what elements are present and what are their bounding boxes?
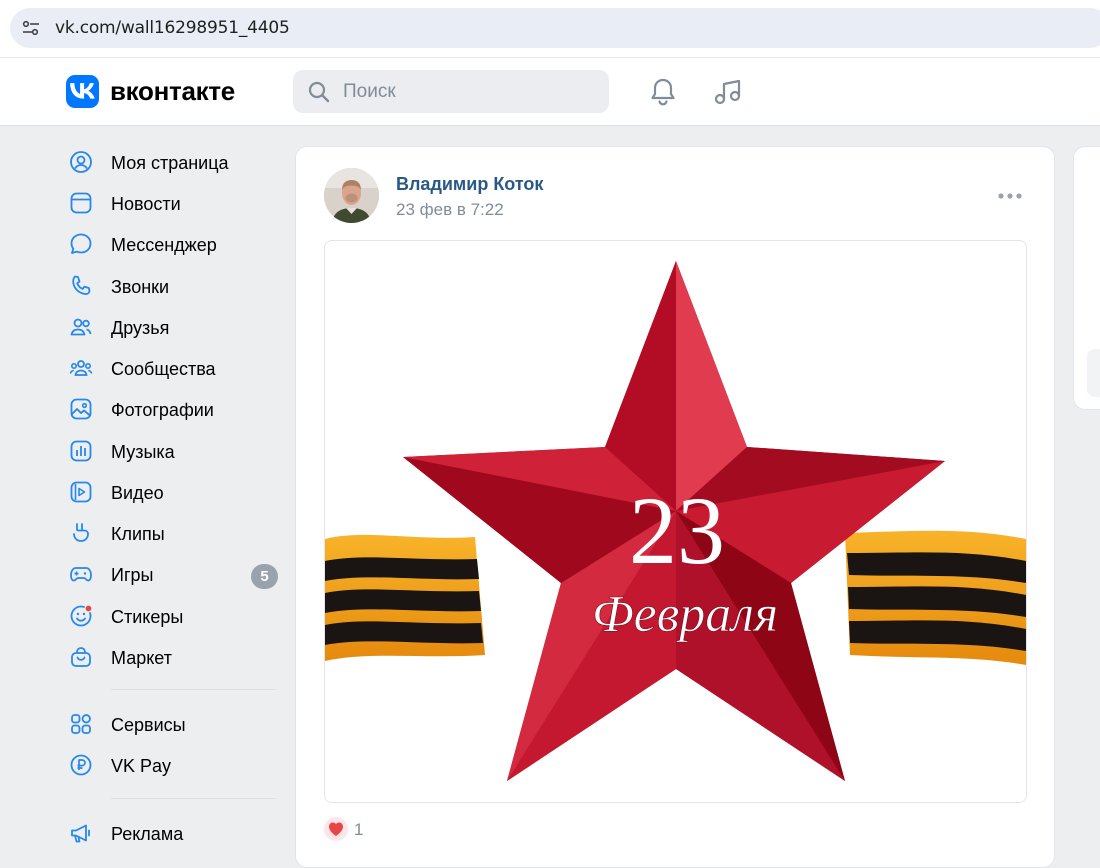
sidebar-item-video[interactable]: Видео: [66, 473, 281, 509]
sidebar-item-label: Моя страница: [111, 153, 229, 173]
messenger-icon: [70, 233, 92, 254]
sidebar-item-label: Звонки: [111, 277, 170, 297]
st-george-ribbon-left: [325, 534, 485, 661]
sidebar-item-clips[interactable]: Клипы: [66, 514, 281, 550]
sidebar-item-label: VK Pay: [111, 756, 172, 776]
author-avatar[interactable]: [324, 168, 379, 223]
sidebar-item-label: Сервисы: [111, 715, 186, 735]
sidebar-item-label: Музыка: [111, 442, 175, 462]
ads-icon: [71, 824, 90, 843]
clips-icon: [73, 523, 89, 542]
site-settings-icon[interactable]: [22, 19, 40, 37]
search-input[interactable]: [341, 79, 595, 105]
sidebar-item-music[interactable]: Музыка: [66, 432, 281, 468]
sidebar-item-label: Мессенджер: [111, 235, 217, 255]
sidebar-divider: [111, 798, 276, 799]
like-button[interactable]: 1: [324, 817, 384, 841]
sidebar-item-news[interactable]: Новости: [66, 184, 281, 220]
sidebar-item-friends[interactable]: Друзья: [66, 308, 281, 344]
music-icon: [70, 440, 92, 462]
post-image[interactable]: 23 Февраля: [324, 240, 1027, 803]
services-icon: [71, 714, 91, 734]
sidebar-item-stickers[interactable]: Стикеры: [66, 597, 281, 633]
sidebar-item-calls[interactable]: Звонки: [66, 267, 281, 303]
photos-icon: [70, 398, 92, 420]
games-count-badge: 5: [251, 564, 278, 589]
right-panel-card: [1073, 146, 1100, 410]
browser-toolbar: vk.com/wall16298951_4405: [0, 0, 1100, 57]
news-icon: [70, 192, 92, 214]
sidebar-item-communities[interactable]: Сообщества: [66, 349, 281, 385]
phone-icon: [72, 275, 91, 295]
sidebar-item-label: Друзья: [111, 318, 170, 338]
st-george-ribbon-right: [845, 530, 1026, 665]
friends-icon: [70, 318, 92, 336]
sidebar-item-label: Видео: [111, 483, 164, 503]
market-icon: [71, 647, 91, 667]
sidebar-item-vkpay[interactable]: VK Pay: [66, 746, 281, 782]
search-icon: [308, 81, 330, 103]
more-options-icon[interactable]: [996, 185, 1024, 207]
image-text-number: 23: [629, 477, 725, 584]
profile-icon: [70, 151, 92, 173]
music-player-icon[interactable]: [713, 77, 743, 107]
sidebar-item-label: Игры: [111, 565, 154, 585]
sidebar-item-my-page[interactable]: Моя страница: [66, 143, 281, 179]
sidebar-item-photos[interactable]: Фотографии: [66, 390, 281, 426]
post-date[interactable]: 23 фев в 7:22: [396, 200, 504, 220]
stickers-icon: [70, 604, 93, 627]
sidebar-item-label: Маркет: [111, 648, 172, 668]
sidebar-item-market[interactable]: Маркет: [66, 638, 281, 674]
video-icon: [70, 481, 92, 503]
post-author-name[interactable]: Владимир Коток: [396, 174, 543, 195]
sidebar-item-label: Новости: [111, 194, 181, 214]
heart-icon: [324, 817, 348, 841]
sidebar-item-services[interactable]: Сервисы: [66, 705, 281, 741]
wall-post-card: Владимир Коток 23 фев в 7:22 23 Февраля …: [295, 146, 1055, 868]
vkpay-icon: [70, 754, 92, 776]
right-panel-item[interactable]: [1087, 349, 1100, 397]
sidebar-divider: [111, 689, 276, 690]
sidebar-item-label: Стикеры: [111, 607, 184, 627]
vk-logo-icon[interactable]: [66, 75, 99, 108]
like-count: 1: [354, 820, 364, 839]
site-header: вконтакте: [0, 57, 1100, 126]
sidebar-item-label: Сообщества: [111, 359, 216, 379]
sidebar-item-label: Фотографии: [111, 400, 214, 420]
image-text-month: Февраля: [592, 586, 778, 643]
sidebar-item-label: Клипы: [111, 524, 165, 544]
notifications-bell-icon[interactable]: [648, 77, 678, 107]
search-box[interactable]: [293, 70, 609, 113]
sidebar-item-games[interactable]: Игры 5: [66, 555, 281, 591]
sidebar-item-messenger[interactable]: Мессенджер: [66, 225, 281, 261]
communities-icon: [69, 360, 93, 376]
vk-wordmark[interactable]: вконтакте: [110, 76, 235, 107]
sidebar-item-label: Реклама: [111, 824, 184, 844]
url-text[interactable]: vk.com/wall16298951_4405: [55, 18, 290, 38]
games-icon: [70, 567, 92, 582]
